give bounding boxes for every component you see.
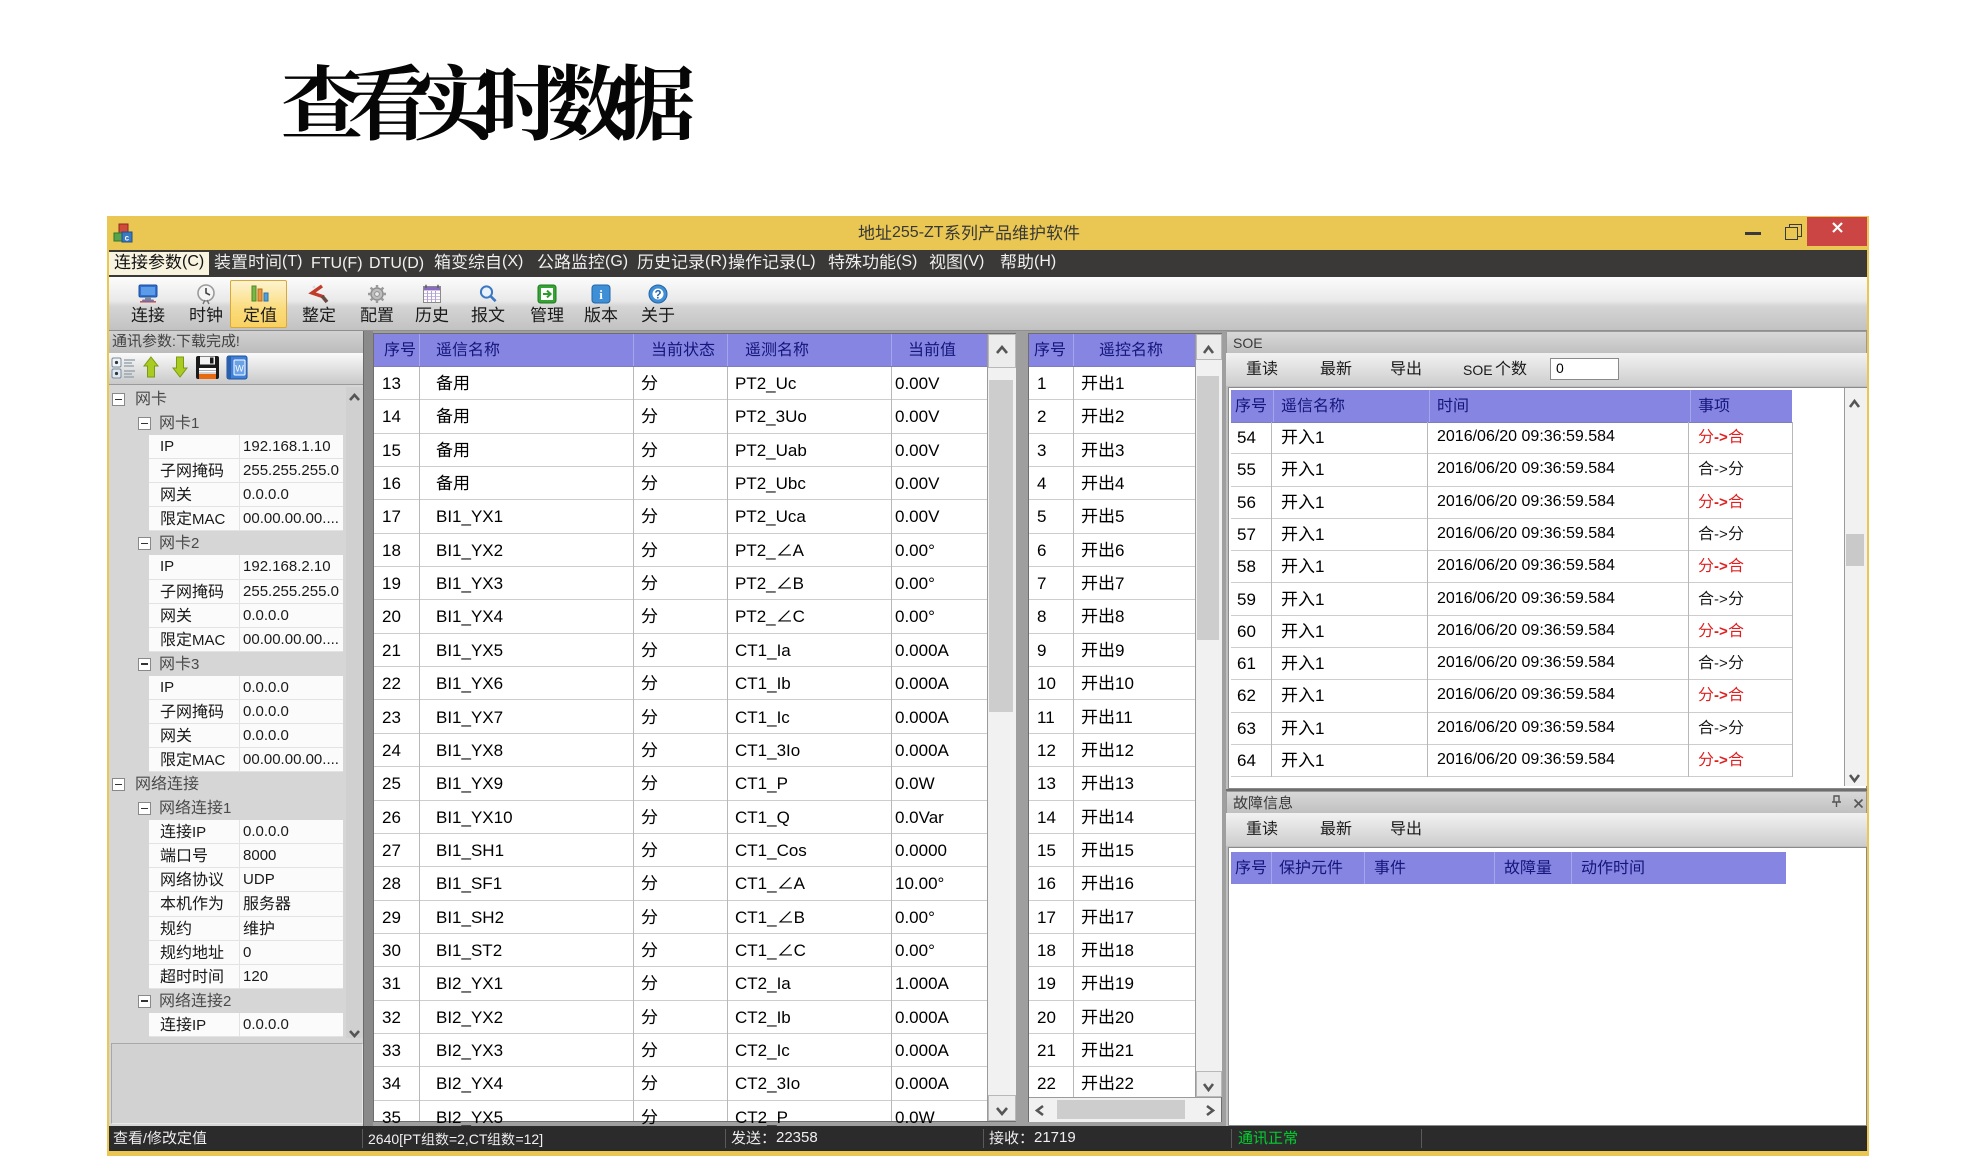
- svg-text:c: c: [125, 234, 130, 243]
- svg-text:i: i: [599, 287, 603, 302]
- svg-text:?: ?: [654, 290, 661, 302]
- svg-text:W: W: [235, 364, 244, 374]
